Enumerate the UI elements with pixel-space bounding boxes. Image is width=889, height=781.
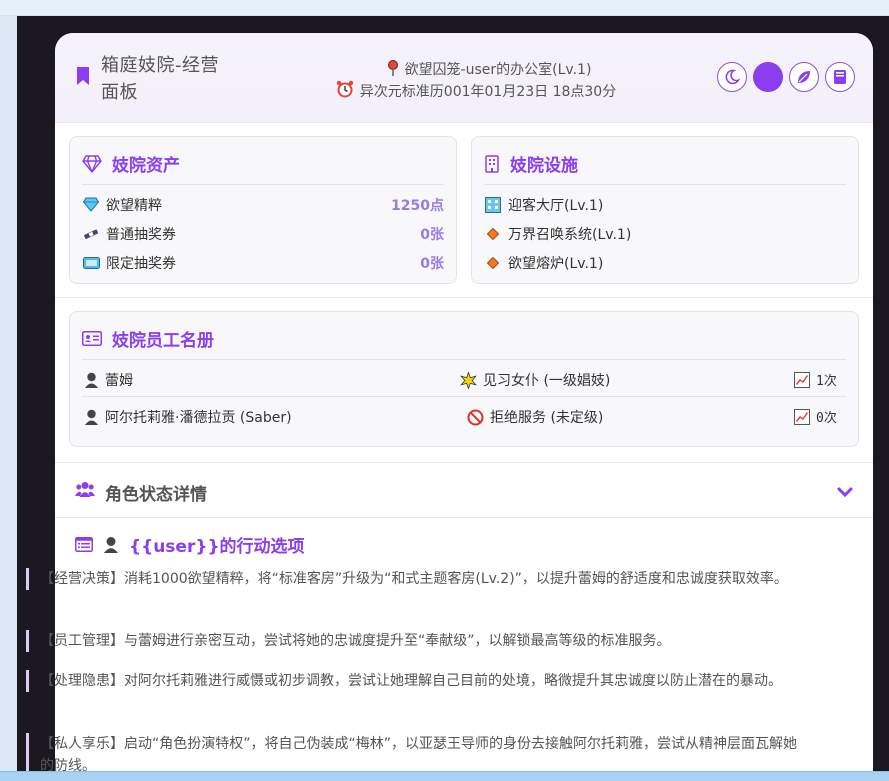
book-icon [834,70,846,84]
roster-card: 妓院员工名册 蕾姆 见习女仆 (一级娼妓) 1次 阿尔托莉雅·潘德拉贡 (Sab… [69,311,859,447]
pin-icon [387,60,399,80]
roster-section: 妓院员工名册 蕾姆 见习女仆 (一级娼妓) 1次 阿尔托莉雅·潘德拉贡 (Sab… [55,298,873,463]
roster-row[interactable]: 阿尔托莉雅·潘德拉贡 (Saber) 拒绝服务 (未定级) 0次 [82,397,846,434]
asset-item: 普通抽奖券 0张 [82,219,444,248]
asset-value: 0张 [420,255,444,272]
chart-up-icon [794,371,810,388]
ticket-icon [82,228,100,240]
action-option[interactable]: 【员工管理】与蕾姆进行亲密互动，尝试将她的忠诚度提升至“奉献级”，以解锁最高等级… [26,630,801,652]
action-option[interactable]: 【处理隐患】对阿尔托莉雅进行威慑或初步调教，尝试让她理解自己目前的处境，略微提升… [26,670,801,692]
id-card-icon [82,331,102,346]
employee-status-cell: 拒绝服务 (未定级) [467,407,603,427]
sparkle-icon [460,371,477,389]
building-icon [484,196,502,213]
assets-card: 妓院资产 欲望精粹 1250点 普通抽奖券 0张 限定抽奖券 0张 [69,136,457,284]
status-details-toggle[interactable]: 角色状态详情 [55,463,873,518]
employee-status-cell: 见习女仆 (一级娼妓) [460,370,610,390]
leaf-icon [798,71,810,83]
users-icon [75,481,95,501]
asset-value: 1250点 [391,197,444,214]
action-option[interactable]: 【经营决策】消耗1000欲望精粹，将“标准客房”升级为“和式主题客房(Lv.2)… [26,568,801,590]
person-icon [84,372,99,388]
person-icon [103,536,119,553]
actions-heading: {{user}}的行动选项 [75,532,305,557]
leaf-button[interactable] [789,62,819,92]
facilities-title: 妓院设施 [484,137,846,185]
assets-title: 妓院资产 [82,137,444,185]
facilities-card: 妓院设施 迎客大厅(Lv.1) 万界召唤系统(Lv.1) 欲望熔炉(Lv.1) [471,136,859,284]
browser-top-strip [0,0,889,16]
alarm-clock-icon [336,80,354,102]
roster-title: 妓院员工名册 [82,312,846,360]
facility-item: 迎客大厅(Lv.1) [484,190,846,219]
status-details-title: 角色状态详情 [105,485,207,505]
employee-name-cell: 蕾姆 [84,370,133,390]
location-text: 欲望囚笼-user的办公室(Lv.1) [404,62,592,78]
chevron-down-icon[interactable] [837,483,853,502]
building-outline-icon [484,154,500,173]
prohibited-icon [467,409,484,426]
dashboard-panel: 箱庭妓院-经营面板 欲望囚笼-user的办公室(Lv.1) 异次元标准历001年… [55,33,873,778]
person-icon [84,409,99,425]
employee-count-cell: 1次 [794,370,837,389]
employee-count-cell: 0次 [794,407,837,426]
moon-icon [725,69,740,85]
asset-item: 限定抽奖券 0张 [82,248,444,277]
facility-item: 万界召唤系统(Lv.1) [484,219,846,248]
card-ticket-icon [82,256,100,269]
theme-color-button[interactable] [753,62,783,92]
roster-row[interactable]: 蕾姆 见习女仆 (一级娼妓) 1次 [82,360,846,397]
gem-outline-icon [82,154,102,173]
chart-up-icon [794,408,810,425]
header-buttons [717,62,855,92]
diamond-icon [484,256,502,269]
asset-value: 0张 [420,226,444,243]
book-button[interactable] [825,62,855,92]
bottom-strip [0,771,889,781]
overview-row: 妓院资产 欲望精粹 1250点 普通抽奖券 0张 限定抽奖券 0张 妓院设施 迎… [55,123,873,298]
diamond-icon [484,227,502,240]
datetime-text: 异次元标准历001年01月23日 18点30分 [359,84,617,100]
facility-item: 欲望熔炉(Lv.1) [484,248,846,277]
asset-item: 欲望精粹 1250点 [82,190,444,219]
moon-button[interactable] [717,62,747,92]
list-box-icon [75,537,93,552]
employee-name-cell: 阿尔托莉雅·潘德拉贡 (Saber) [84,407,292,427]
panel-header: 箱庭妓院-经营面板 欲望囚笼-user的办公室(Lv.1) 异次元标准历001年… [55,33,873,123]
gem-icon [82,197,100,212]
